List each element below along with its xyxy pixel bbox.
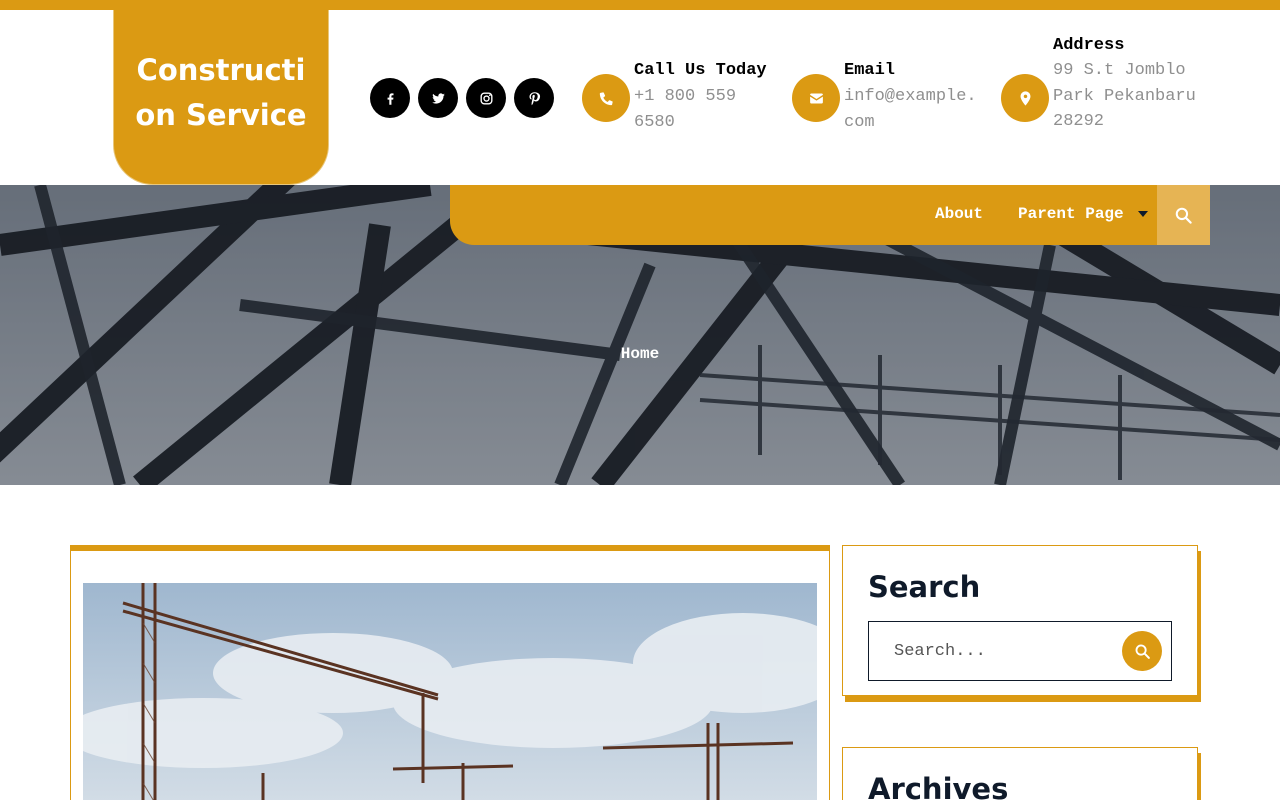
cranes-image: [83, 583, 817, 800]
search-widget-title: Search: [868, 570, 981, 604]
site-logo-text[interactable]: Construction Service: [132, 48, 310, 138]
envelope-icon: [809, 93, 823, 103]
email-icon-badge: [792, 74, 840, 122]
instagram-icon: [480, 92, 492, 104]
phone-icon-badge: [582, 74, 630, 122]
search-icon: [1175, 207, 1192, 224]
twitter-icon: [431, 92, 445, 104]
search-input[interactable]: [869, 622, 1119, 680]
pinterest-link[interactable]: [514, 78, 554, 118]
pinterest-icon: [529, 91, 540, 105]
site-header: Construction Service Call Us Today +1 80…: [0, 10, 1280, 185]
search-submit-button[interactable]: [1122, 631, 1162, 671]
email-value[interactable]: info@example.com: [844, 84, 984, 135]
map-marker-icon: [1020, 90, 1030, 106]
phone-icon: [599, 91, 613, 105]
nav-item-about[interactable]: About: [935, 205, 983, 223]
archives-widget: Archives: [842, 747, 1198, 800]
phone-value[interactable]: +1 800 559 6580: [634, 84, 774, 135]
instagram-link[interactable]: [466, 78, 506, 118]
nav-item-parent-page[interactable]: Parent Page: [1018, 205, 1124, 223]
search-form: [868, 621, 1172, 681]
archives-widget-title: Archives: [868, 772, 1009, 800]
top-accent-bar: [0, 0, 1280, 10]
chevron-down-icon[interactable]: [1138, 211, 1148, 217]
address-icon-badge: [1001, 74, 1049, 122]
address-title: Address: [1053, 36, 1125, 55]
facebook-icon: [387, 92, 393, 105]
search-widget: Search: [842, 545, 1198, 696]
post-featured-image[interactable]: [83, 583, 817, 800]
main-navigation: About Parent Page: [450, 185, 1210, 245]
facebook-link[interactable]: [370, 78, 410, 118]
post-card: [70, 545, 830, 800]
site-logo[interactable]: Construction Service: [113, 10, 329, 185]
breadcrumb[interactable]: Home: [0, 345, 1280, 363]
email-title: Email: [844, 61, 896, 80]
nav-search-button[interactable]: [1157, 185, 1210, 245]
phone-title: Call Us Today: [634, 61, 767, 80]
address-value: 99 S.t Jomblo Park Pekanbaru 28292: [1053, 61, 1196, 131]
twitter-link[interactable]: [418, 78, 458, 118]
search-icon: [1135, 644, 1150, 659]
